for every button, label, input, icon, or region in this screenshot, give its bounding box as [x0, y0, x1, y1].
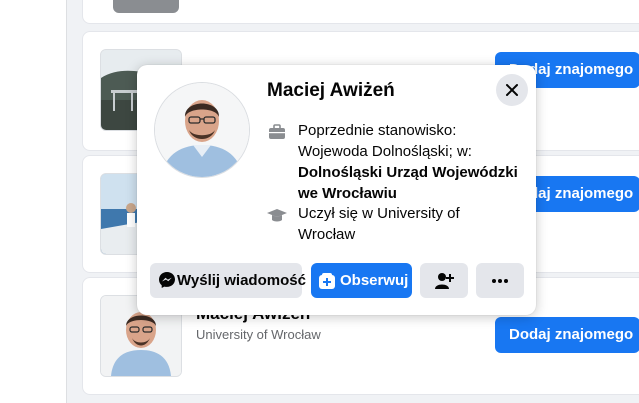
workplace-link[interactable]: Dolnośląski Urząd Wojewódzki we Wrocławi… — [298, 164, 518, 202]
graduation-cap-icon — [267, 209, 287, 222]
follow-button[interactable]: Obserwuj — [311, 263, 412, 298]
message-label: Wyślij wiadomość — [177, 272, 306, 289]
friend-subtitle: University of Wrocław — [196, 327, 321, 342]
suggestion-card-top — [82, 0, 639, 24]
profile-avatar[interactable] — [154, 82, 250, 178]
work-info: Poprzednie stanowisko: Wojewoda Dolnoślą… — [267, 120, 527, 204]
left-column — [0, 0, 67, 403]
more-icon — [492, 279, 508, 283]
card-partial-thumb — [113, 0, 179, 13]
close-icon — [506, 84, 518, 96]
work-prefix: Poprzednie stanowisko: Wojewoda Dolnoślą… — [298, 122, 472, 160]
education-text: Uczył się w University of Wrocław — [298, 205, 460, 243]
messenger-icon — [159, 272, 175, 288]
profile-name[interactable]: Maciej Awiżeń — [267, 80, 395, 102]
briefcase-icon — [269, 124, 285, 139]
education-info: Uczył się w University of Wrocław — [267, 203, 527, 247]
add-friend-button[interactable]: Dodaj znajomego — [495, 317, 639, 353]
message-button[interactable]: Wyślij wiadomość — [150, 263, 306, 298]
work-text: Poprzednie stanowisko: Wojewoda Dolnoślą… — [298, 120, 518, 204]
follow-label: Obserwuj — [340, 272, 409, 289]
profile-hover-card: Maciej Awiżeń Poprzednie stanowisko: Woj… — [137, 65, 536, 315]
add-friend-icon-button[interactable] — [420, 263, 468, 298]
more-options-button[interactable] — [476, 263, 524, 298]
close-button[interactable] — [496, 74, 528, 106]
follow-icon — [319, 273, 335, 289]
add-person-icon — [435, 273, 454, 289]
